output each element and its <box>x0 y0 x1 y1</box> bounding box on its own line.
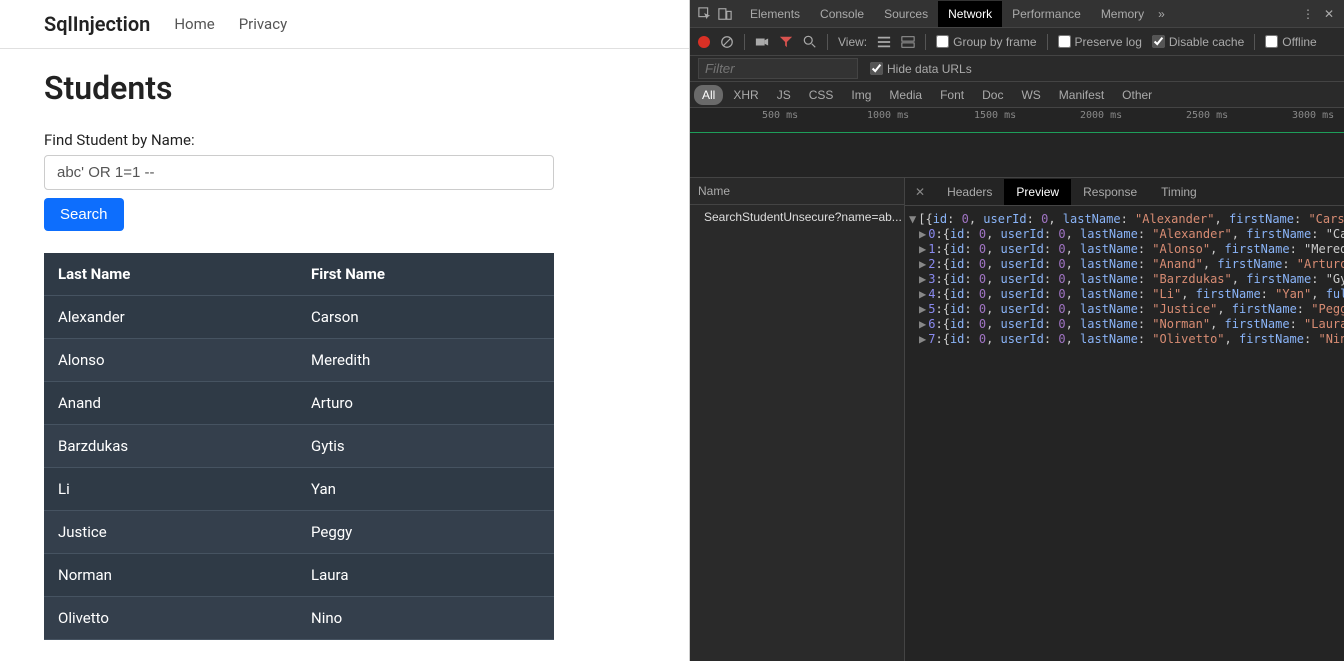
device-icon[interactable] <box>718 7 732 21</box>
table-row: JusticePeggy <box>44 511 554 554</box>
detail-tab-timing[interactable]: Timing <box>1149 179 1209 205</box>
network-toolbar: View: Group by frame Preserve log Disabl… <box>690 28 1344 56</box>
kebab-icon[interactable]: ⋮ <box>1302 7 1314 21</box>
cell: Justice <box>44 511 297 554</box>
devtools-tab-elements[interactable]: Elements <box>740 1 810 27</box>
type-media[interactable]: Media <box>881 85 930 105</box>
table-row: OlivettoNino <box>44 597 554 640</box>
clear-icon[interactable] <box>720 35 734 49</box>
cell: Gytis <box>297 425 554 468</box>
page-title: Students <box>44 69 645 107</box>
table-row: AlexanderCarson <box>44 296 554 339</box>
type-other[interactable]: Other <box>1114 85 1160 105</box>
view-label: View: <box>838 35 867 49</box>
type-doc[interactable]: Doc <box>974 85 1011 105</box>
filter-bar: Hide data URLs <box>690 56 1344 82</box>
preserve-log-checkbox[interactable]: Preserve log <box>1058 35 1142 49</box>
filter-icon[interactable] <box>779 35 793 49</box>
type-js[interactable]: JS <box>769 85 799 105</box>
type-ws[interactable]: WS <box>1013 85 1048 105</box>
type-xhr[interactable]: XHR <box>725 85 766 105</box>
main-content: Students Find Student by Name: Search La… <box>0 49 689 660</box>
cell: Barzdukas <box>44 425 297 468</box>
disable-cache-checkbox[interactable]: Disable cache <box>1152 35 1244 49</box>
close-devtools-icon[interactable]: ✕ <box>1324 7 1334 21</box>
request-detail: ✕ HeadersPreviewResponseTiming ▼[{id: 0,… <box>905 178 1344 661</box>
cell: Nino <box>297 597 554 640</box>
search-input[interactable] <box>44 155 554 190</box>
detail-tab-headers[interactable]: Headers <box>935 179 1004 205</box>
devtools-tab-network[interactable]: Network <box>938 1 1002 27</box>
cell: Laura <box>297 554 554 597</box>
timeline-tick: 1500 ms <box>974 110 1016 121</box>
cell: Alonso <box>44 339 297 382</box>
nav-link-home[interactable]: Home <box>174 15 214 33</box>
timeline-bar <box>690 132 1344 133</box>
request-list: Name SearchStudentUnsecure?name=ab... <box>690 178 905 661</box>
table-row: AnandArturo <box>44 382 554 425</box>
devtools-panel: ElementsConsoleSourcesNetworkPerformance… <box>690 0 1344 661</box>
search-icon[interactable] <box>803 35 817 49</box>
devtools-tab-sources[interactable]: Sources <box>874 1 938 27</box>
devtools-tab-console[interactable]: Console <box>810 1 874 27</box>
group-by-frame-checkbox[interactable]: Group by frame <box>936 35 1036 49</box>
table-row: LiYan <box>44 468 554 511</box>
timeline-tick: 3000 ms <box>1292 110 1334 121</box>
table-row: AlonsoMeredith <box>44 339 554 382</box>
timeline-tick: 2000 ms <box>1080 110 1122 121</box>
cell: Norman <box>44 554 297 597</box>
devtools-tab-performance[interactable]: Performance <box>1002 1 1091 27</box>
cell: Meredith <box>297 339 554 382</box>
more-tabs-icon[interactable]: » <box>1158 7 1165 21</box>
navbar: SqlInjection Home Privacy <box>0 0 689 49</box>
cell: Carson <box>297 296 554 339</box>
inspect-icon[interactable] <box>698 7 712 21</box>
cell: Anand <box>44 382 297 425</box>
type-css[interactable]: CSS <box>801 85 842 105</box>
cell: Li <box>44 468 297 511</box>
detail-tab-response[interactable]: Response <box>1071 179 1149 205</box>
offline-checkbox[interactable]: Offline <box>1265 35 1316 49</box>
request-name: SearchStudentUnsecure?name=ab... <box>704 210 902 224</box>
camera-icon[interactable] <box>755 35 769 49</box>
cell: Olivetto <box>44 597 297 640</box>
devtools-tabbar: ElementsConsoleSourcesNetworkPerformance… <box>690 0 1344 28</box>
cell: Arturo <box>297 382 554 425</box>
close-detail-icon[interactable]: ✕ <box>905 185 935 199</box>
students-table: Last Name First Name AlexanderCarsonAlon… <box>44 253 554 640</box>
preview-box[interactable]: ▼[{id: 0, userId: 0, lastName: "Alexande… <box>905 206 1344 661</box>
type-font[interactable]: Font <box>932 85 972 105</box>
app-viewport: SqlInjection Home Privacy Students Find … <box>0 0 690 661</box>
cell: Peggy <box>297 511 554 554</box>
search-button[interactable]: Search <box>44 198 124 231</box>
request-row[interactable]: SearchStudentUnsecure?name=ab... <box>690 205 904 229</box>
devtools-tab-memory[interactable]: Memory <box>1091 1 1154 27</box>
detail-tab-preview[interactable]: Preview <box>1004 179 1071 205</box>
large-view-icon[interactable] <box>901 35 915 49</box>
cell: Yan <box>297 468 554 511</box>
navbar-brand[interactable]: SqlInjection <box>44 12 150 36</box>
type-all[interactable]: All <box>694 85 723 105</box>
nav-link-privacy[interactable]: Privacy <box>239 15 287 33</box>
record-icon[interactable] <box>698 36 710 48</box>
hide-data-urls-checkbox[interactable]: Hide data URLs <box>870 62 972 76</box>
type-manifest[interactable]: Manifest <box>1051 85 1112 105</box>
filter-input[interactable] <box>698 58 858 79</box>
timeline-tick: 1000 ms <box>867 110 909 121</box>
table-row: BarzdukasGytis <box>44 425 554 468</box>
timeline-tick: 2500 ms <box>1186 110 1228 121</box>
search-label: Find Student by Name: <box>44 131 645 149</box>
col-firstname: First Name <box>297 253 554 296</box>
request-list-header: Name <box>690 178 904 205</box>
timeline-tick: 500 ms <box>762 110 798 121</box>
timeline[interactable]: 500 ms 1000 ms 1500 ms 2000 ms 2500 ms 3000 m… <box>690 108 1344 178</box>
cell: Alexander <box>44 296 297 339</box>
list-view-icon[interactable] <box>877 35 891 49</box>
types-bar: AllXHRJSCSSImgMediaFontDocWSManifestOthe… <box>690 82 1344 108</box>
type-img[interactable]: Img <box>843 85 879 105</box>
table-row: NormanLaura <box>44 554 554 597</box>
detail-tabs: ✕ HeadersPreviewResponseTiming <box>905 178 1344 206</box>
col-lastname: Last Name <box>44 253 297 296</box>
